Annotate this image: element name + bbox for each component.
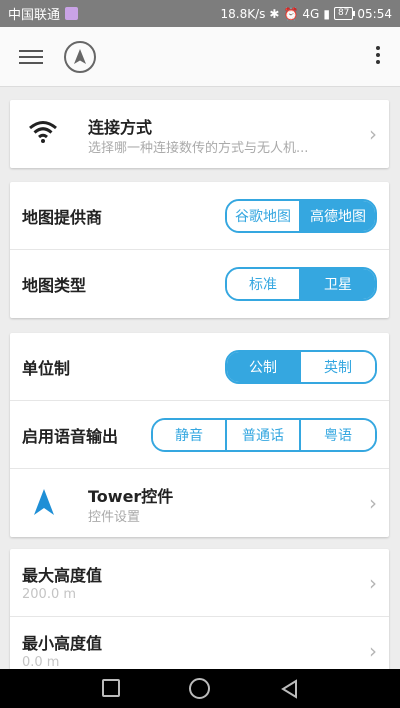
map-card: 地图提供商 谷歌地图 高德地图 地图类型 标准 卫星 <box>10 182 389 318</box>
map-provider-segmented: 谷歌地图 高德地图 <box>225 198 377 233</box>
app-toolbar <box>0 27 400 87</box>
navigation-arrow-icon <box>34 489 54 515</box>
tower-widgets-title: Tower控件 <box>88 487 174 506</box>
connection-row[interactable]: 连接方式 选择哪一种连接数传的方式与无人机... › <box>10 100 389 168</box>
chevron-right-icon: › <box>369 639 377 663</box>
max-altitude-value: 200.0 m <box>22 587 77 602</box>
network-type: 4G <box>302 6 320 21</box>
connection-title: 连接方式 <box>88 118 153 137</box>
voice-output-label: 启用语音输出 <box>22 426 119 446</box>
map-type-segmented: 标准 卫星 <box>225 267 377 301</box>
unit-system-segmented: 公制 英制 <box>225 349 377 384</box>
option-standard[interactable]: 标准 <box>227 269 301 299</box>
signal-icon: ▮ <box>323 6 330 21</box>
voice-output-segmented: 静音 普通话 粤语 <box>151 417 377 452</box>
home-icon[interactable] <box>189 678 210 699</box>
option-amap[interactable]: 高德地图 <box>301 200 375 231</box>
map-provider-label: 地图提供商 <box>22 207 103 227</box>
recent-apps-icon[interactable] <box>102 679 120 697</box>
option-imperial[interactable]: 英制 <box>301 351 375 382</box>
min-altitude-row[interactable]: 最小高度值 0.0 m › <box>10 617 389 669</box>
voice-output-row: 启用语音输出 静音 普通话 粤语 <box>10 401 389 469</box>
option-mandarin[interactable]: 普通话 <box>227 419 301 450</box>
system-nav-bar <box>0 669 400 708</box>
wifi-icon <box>29 121 57 143</box>
alarm-icon: ⏰ <box>283 6 299 21</box>
carrier-name: 中国联通 <box>8 8 61 23</box>
tower-widgets-row[interactable]: Tower控件 控件设置 › <box>10 469 389 537</box>
map-type-label: 地图类型 <box>22 276 87 295</box>
chevron-right-icon: › <box>369 491 377 515</box>
min-altitude-title: 最小高度值 <box>22 634 103 653</box>
option-cantonese[interactable]: 粤语 <box>301 419 375 450</box>
compass-logo-icon <box>64 41 96 73</box>
map-provider-row: 地图提供商 谷歌地图 高德地图 <box>10 182 389 250</box>
more-vert-icon[interactable] <box>374 46 382 68</box>
net-speed: 18.8K/s <box>220 6 266 21</box>
connection-subtitle: 选择哪一种连接数传的方式与无人机... <box>88 141 309 156</box>
option-mute[interactable]: 静音 <box>153 419 227 450</box>
option-satellite[interactable]: 卫星 <box>301 269 375 299</box>
menu-icon[interactable] <box>19 47 43 67</box>
min-altitude-value: 0.0 m <box>22 655 60 669</box>
status-bar: 中国联通 18.8K/s ✱ ⏰ 4G ▮ 87 05:54 <box>0 0 400 27</box>
general-card: 单位制 公制 英制 启用语音输出 静音 普通话 粤语 Tower控件 控件设置 … <box>10 333 389 537</box>
battery-icon: 87 <box>333 7 356 20</box>
tower-widgets-subtitle: 控件设置 <box>88 510 141 525</box>
back-icon[interactable] <box>280 679 298 699</box>
map-type-row: 地图类型 标准 卫星 <box>10 250 389 318</box>
chevron-right-icon: › <box>369 122 377 146</box>
settings-list: 连接方式 选择哪一种连接数传的方式与无人机... › 地图提供商 谷歌地图 高德… <box>0 87 400 669</box>
unit-system-row: 单位制 公制 英制 <box>10 333 389 401</box>
altitude-card: 最大高度值 200.0 m › 最小高度值 0.0 m › <box>10 549 389 669</box>
option-metric[interactable]: 公制 <box>227 351 301 382</box>
unit-system-label: 单位制 <box>22 358 71 378</box>
chevron-right-icon: › <box>369 570 377 595</box>
clock: 05:54 <box>357 6 392 21</box>
connection-card: 连接方式 选择哪一种连接数传的方式与无人机... › <box>10 100 389 168</box>
option-google-map[interactable]: 谷歌地图 <box>227 200 301 231</box>
max-altitude-title: 最大高度值 <box>22 566 103 585</box>
bluetooth-icon: ✱ <box>269 6 280 21</box>
notification-icon <box>65 7 79 20</box>
max-altitude-row[interactable]: 最大高度值 200.0 m › <box>10 549 389 617</box>
